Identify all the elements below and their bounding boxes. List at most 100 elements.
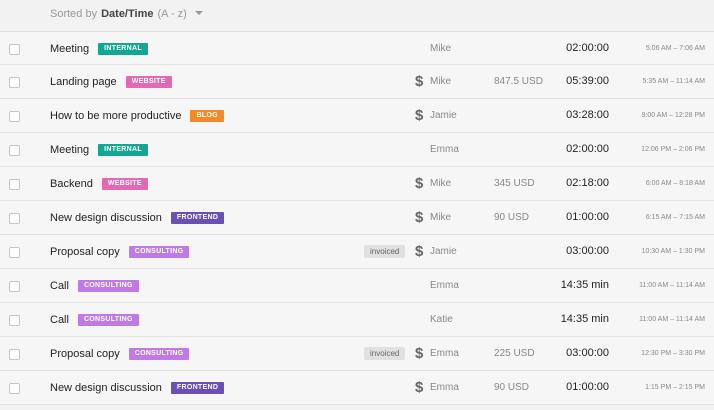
dollar-icon[interactable]: $ [415, 201, 423, 234]
sort-order: (A - z) [157, 8, 187, 20]
invoiced-badge: invoiced [364, 347, 406, 360]
dollar-icon[interactable]: $ [415, 235, 423, 268]
entry-description-cell[interactable]: Call CONSULTING [50, 269, 139, 302]
entry-description-cell[interactable]: Meeting INTERNAL [50, 133, 148, 166]
entry-time-range[interactable]: 1:15 PM – 2:15 PM [645, 371, 705, 404]
entry-description: How to be more productive [50, 109, 182, 122]
entry-duration[interactable]: 03:00:00 [566, 235, 609, 268]
row-checkbox[interactable] [9, 44, 20, 55]
project-tag[interactable]: CONSULTING [77, 313, 139, 326]
dollar-icon[interactable]: $ [415, 99, 423, 132]
entry-description: Call [50, 279, 69, 292]
entry-user: Mike [430, 43, 452, 54]
entry-duration[interactable]: 05:39:00 [566, 65, 609, 98]
project-tag[interactable]: FRONTEND [170, 211, 225, 224]
time-entry-row[interactable]: Landing page WEBSITE $ Mike 847.5 USD 05… [0, 65, 714, 99]
time-entry-row[interactable]: How to be more productive BLOG $ Jamie 0… [0, 99, 714, 133]
entry-description-cell[interactable]: New design discussion FRONTEND [50, 371, 225, 404]
dollar-icon[interactable]: $ [415, 337, 423, 370]
entry-time-range[interactable]: 5:35 AM – 11:14 AM [642, 65, 705, 98]
time-entry-row[interactable]: Call CONSULTING Katie 14:35 min 11:00 AM… [0, 303, 714, 337]
entry-user: Katie [430, 314, 453, 325]
dollar-icon[interactable]: $ [415, 167, 423, 200]
sort-field[interactable]: Date/Time [101, 8, 153, 20]
time-entry-row[interactable]: New design discussion FRONTEND $ Mike 90… [0, 201, 714, 235]
invoiced-badge: invoiced [364, 245, 406, 258]
entry-description: Proposal copy [50, 245, 120, 258]
row-checkbox[interactable] [9, 111, 20, 122]
row-checkbox[interactable] [9, 315, 20, 326]
time-entry-row[interactable]: New design discussion FRONTEND $ Emma 90… [0, 371, 714, 405]
entry-description-cell[interactable]: Landing page WEBSITE [50, 65, 172, 98]
entry-user: Mike [430, 76, 452, 87]
entry-duration[interactable]: 02:18:00 [566, 167, 609, 200]
entry-description: Proposal copy [50, 347, 120, 360]
entry-description-cell[interactable]: New design discussion FRONTEND [50, 201, 225, 234]
time-entry-row[interactable]: Backend WEBSITE $ Mike 345 USD 02:18:00 … [0, 167, 714, 201]
row-checkbox[interactable] [9, 179, 20, 190]
time-entry-row[interactable]: Proposal copy CONSULTING invoiced $ Emma… [0, 337, 714, 371]
entry-description: Call [50, 313, 69, 326]
entry-user: Mike [430, 212, 452, 223]
row-checkbox[interactable] [9, 77, 20, 88]
entry-time-range[interactable]: 12:06 PM – 2:06 PM [641, 133, 705, 166]
entry-description: Meeting [50, 143, 90, 156]
entry-time-range[interactable]: 9:00 AM – 12:28 PM [642, 99, 705, 132]
entry-description-cell[interactable]: How to be more productive BLOG [50, 99, 224, 132]
project-tag[interactable]: INTERNAL [98, 42, 148, 55]
entry-duration[interactable]: 01:00:00 [566, 371, 609, 404]
project-tag[interactable]: BLOG [190, 109, 224, 122]
entry-user: Jamie [430, 110, 457, 121]
entry-duration[interactable]: 14:35 min [561, 269, 609, 302]
entry-duration[interactable]: 14:35 min [561, 303, 609, 336]
row-checkbox[interactable] [9, 213, 20, 224]
dollar-icon[interactable]: $ [415, 371, 423, 404]
row-checkbox[interactable] [9, 145, 20, 156]
time-entry-row[interactable]: Meeting INTERNAL Emma 02:00:00 12:06 PM … [0, 133, 714, 167]
entry-amount: 90 USD [494, 382, 530, 393]
entry-duration[interactable]: 02:00:00 [566, 32, 609, 65]
row-checkbox[interactable] [9, 383, 20, 394]
entry-time-range[interactable]: 6:15 AM – 7:15 AM [646, 201, 705, 234]
row-checkbox[interactable] [9, 247, 20, 258]
entry-time-range[interactable]: 5:06 AM – 7:06 AM [646, 32, 705, 65]
project-tag[interactable]: CONSULTING [128, 245, 190, 258]
entry-description-cell[interactable]: Call CONSULTING [50, 303, 139, 336]
entry-time-range[interactable]: 11:00 AM – 11:14 AM [639, 303, 705, 336]
row-checkbox[interactable] [9, 281, 20, 292]
entry-user: Emma [430, 280, 459, 291]
time-entry-list: Meeting INTERNAL Mike 02:00:00 5:06 AM –… [0, 31, 714, 405]
entry-time-range[interactable]: 6:00 AM – 8:18 AM [646, 167, 705, 200]
project-tag[interactable]: CONSULTING [128, 347, 190, 360]
entry-duration[interactable]: 01:00:00 [566, 201, 609, 234]
entry-user: Jamie [430, 246, 457, 257]
project-tag[interactable]: CONSULTING [77, 279, 139, 292]
project-tag[interactable]: WEBSITE [101, 177, 148, 190]
entry-description-cell[interactable]: Proposal copy CONSULTING [50, 235, 190, 268]
time-entry-row[interactable]: Proposal copy CONSULTING invoiced $ Jami… [0, 235, 714, 269]
entry-duration[interactable]: 03:28:00 [566, 99, 609, 132]
entry-user: Emma [430, 144, 459, 155]
entry-time-range[interactable]: 12:30 PM – 3:30 PM [641, 337, 705, 370]
entry-description-cell[interactable]: Proposal copy CONSULTING [50, 337, 190, 370]
dollar-icon[interactable]: $ [415, 65, 423, 98]
project-tag[interactable]: FRONTEND [170, 381, 225, 394]
entry-description: New design discussion [50, 381, 162, 394]
entry-user: Emma [430, 382, 459, 393]
project-tag[interactable]: WEBSITE [125, 75, 172, 88]
sort-control[interactable]: Sorted by Date/Time (A - z) [50, 0, 203, 28]
caret-down-icon[interactable] [194, 11, 203, 15]
entry-description: Backend [50, 177, 93, 190]
entry-amount: 225 USD [494, 348, 535, 359]
entry-time-range[interactable]: 11:00 AM – 11:14 AM [639, 269, 705, 302]
entry-duration[interactable]: 03:00:00 [566, 337, 609, 370]
row-checkbox[interactable] [9, 349, 20, 360]
project-tag[interactable]: INTERNAL [98, 143, 148, 156]
time-entry-row[interactable]: Call CONSULTING Emma 14:35 min 11:00 AM … [0, 269, 714, 303]
entry-description-cell[interactable]: Meeting INTERNAL [50, 32, 148, 65]
entry-time-range[interactable]: 10:30 AM – 1:30 PM [642, 235, 705, 268]
entry-duration[interactable]: 02:00:00 [566, 133, 609, 166]
entry-description-cell[interactable]: Backend WEBSITE [50, 167, 148, 200]
time-entry-row[interactable]: Meeting INTERNAL Mike 02:00:00 5:06 AM –… [0, 31, 714, 65]
entry-user: Mike [430, 178, 452, 189]
